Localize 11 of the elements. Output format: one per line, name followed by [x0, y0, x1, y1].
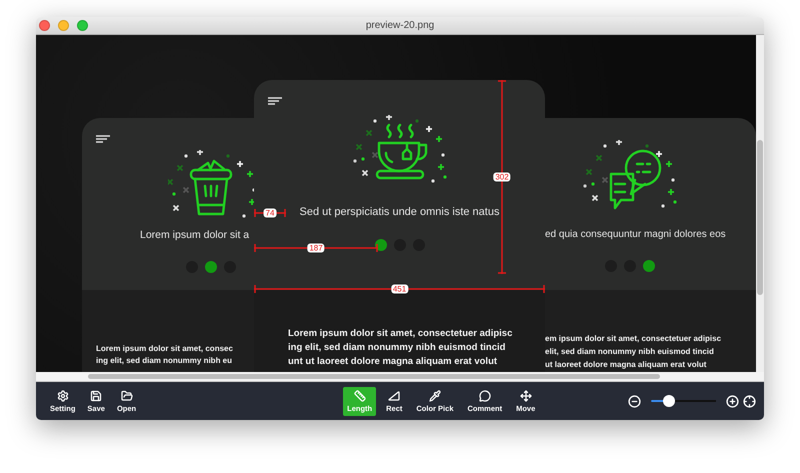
body-paragraph: em ipsum dolor sit amet, consectetuer adipisc elit, sed diam nonummy nibh euismod tincid ut laoreet dolore magna aliquam erat volut: [545, 333, 722, 371]
measure-label: 451: [390, 284, 408, 294]
body-paragraph: Lorem ipsum dolor sit amet, consec ing elit, sed diam nonummy nibh eu: [96, 343, 233, 367]
card-caption: Sed ut perspiciatis unde omnis iste natus: [300, 206, 500, 220]
measure-label: 74: [264, 208, 276, 218]
body-paragraph: Lorem ipsum dolor sit amet, consectetuer adipisc ing elit, sed diam nonummy nibh euismod tincid unt ut laoreet dolore magna aliquam erat volut: [288, 327, 512, 369]
card-caption: ed quia consequuntur magni dolores eos: [545, 229, 726, 241]
window-title: preview-20.png: [366, 20, 434, 31]
measure-label: 302: [493, 172, 511, 182]
card-caption: Lorem ipsum dolor sit a: [140, 229, 250, 242]
measure-label: 187: [307, 244, 325, 252]
